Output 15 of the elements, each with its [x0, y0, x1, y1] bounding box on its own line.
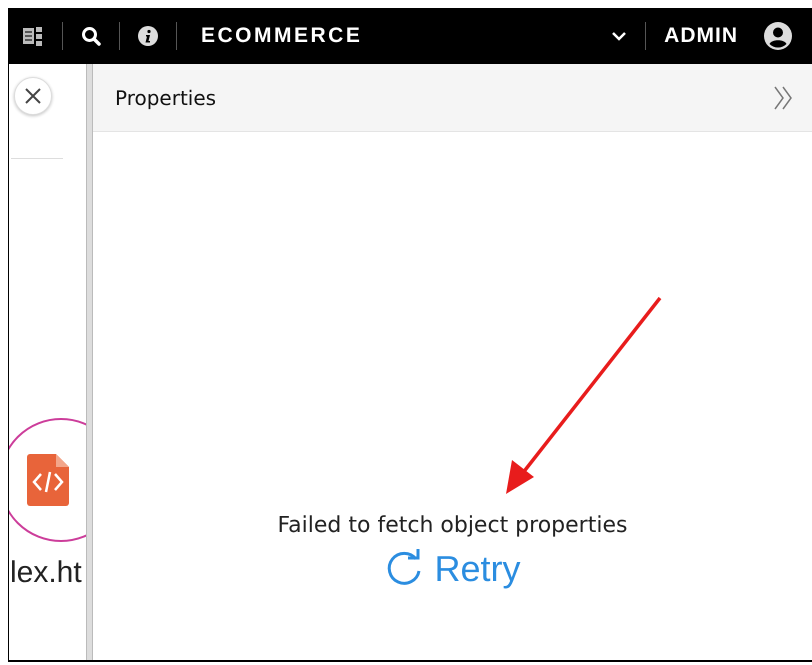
user-name[interactable]: ADMIN [664, 24, 738, 48]
code-file-icon[interactable] [27, 454, 69, 506]
search-icon[interactable] [81, 26, 101, 46]
retry-button[interactable]: Retry [384, 548, 520, 590]
file-name: lex.ht [10, 556, 82, 590]
hierarchy-icon[interactable] [22, 25, 44, 47]
user-avatar-icon[interactable] [764, 22, 792, 50]
chevron-down-icon[interactable] [611, 31, 628, 41]
close-button[interactable] [14, 77, 52, 115]
error-message: Failed to fetch object properties [278, 513, 628, 538]
close-icon [23, 86, 43, 106]
panel-title: Properties [115, 86, 216, 110]
collapse-icon[interactable] [772, 84, 794, 110]
app-name: ECOMMERCE [201, 24, 364, 48]
info-icon[interactable] [138, 26, 158, 46]
